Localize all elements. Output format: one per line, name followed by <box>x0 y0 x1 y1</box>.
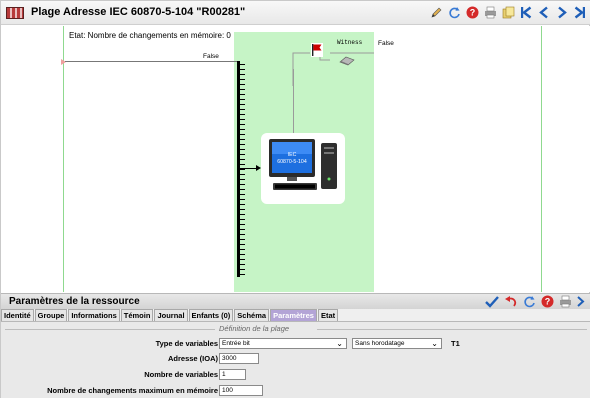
timestamp-select[interactable]: Sans horodatage ⌄ <box>352 338 442 349</box>
section-title: Définition de la plage <box>219 324 290 333</box>
chevron-down-icon: ⌄ <box>431 339 438 348</box>
help-icon[interactable]: ? <box>541 295 554 310</box>
params-toolbar: ? <box>485 295 585 310</box>
svg-text:?: ? <box>545 297 551 307</box>
print-icon[interactable] <box>483 5 497 19</box>
flag-icon[interactable] <box>311 43 323 59</box>
input-false-label: False <box>203 53 219 60</box>
tab-schema[interactable]: Schéma <box>234 309 270 321</box>
tab-groupe[interactable]: Groupe <box>34 309 68 321</box>
refresh-icon[interactable] <box>447 5 461 19</box>
tab-enfants[interactable]: Enfants (0) <box>188 309 234 321</box>
refresh-icon[interactable] <box>523 295 536 310</box>
undo-icon[interactable] <box>504 295 518 310</box>
type-select[interactable]: Entrée bit ⌄ <box>219 338 347 349</box>
count-row: Nombre de variables 1 <box>1 369 590 381</box>
copy-icon[interactable] <box>501 5 515 19</box>
tab-journal[interactable]: Journal <box>154 309 188 321</box>
address-range-icon <box>6 7 24 19</box>
title-bar: Plage Adresse IEC 60870-5-104 "R00281" ? <box>1 1 590 25</box>
type-row: Type de variables Entrée bit ⌄ Sans horo… <box>1 338 590 350</box>
computer-icon: IEC 60870-5-104 <box>269 139 337 190</box>
left-guide-line <box>63 26 64 292</box>
eraser-icon[interactable] <box>339 56 355 68</box>
witness-branch <box>292 52 374 86</box>
svg-text:?: ? <box>469 7 475 17</box>
type-select-value: Entrée bit <box>222 340 250 347</box>
t1-label: T1 <box>451 339 460 348</box>
last-icon[interactable] <box>573 5 587 19</box>
address-label: Adresse (IOA) <box>167 354 218 363</box>
input-arrow-icon <box>61 59 66 65</box>
max-input[interactable]: 100 <box>219 385 263 396</box>
next-icon[interactable] <box>555 5 569 19</box>
section-rule-right <box>317 329 587 330</box>
resource-window: Plage Adresse IEC 60870-5-104 "R00281" ? <box>0 0 590 398</box>
tab-temoin[interactable]: Témoin <box>120 309 154 321</box>
type-label: Type de variables <box>155 339 218 348</box>
timestamp-select-value: Sans horodatage <box>355 340 405 347</box>
tab-etat[interactable]: Etat <box>317 309 339 321</box>
section-rule-left <box>5 329 215 330</box>
max-row: Nombre de changements maximum en mémoire… <box>1 385 590 397</box>
check-icon[interactable] <box>485 295 499 310</box>
right-guide-line <box>541 26 542 292</box>
svg-text:60870-5-104: 60870-5-104 <box>277 159 307 165</box>
count-input[interactable]: 1 <box>219 369 246 380</box>
schema-diagram: Etat: Nombre de changements en mémoire: … <box>1 26 590 292</box>
address-row: Adresse (IOA) 3000 <box>1 353 590 365</box>
params-header: Paramètres de la ressource ? <box>1 293 590 309</box>
max-label: Nombre de changements maximum en mémoire <box>47 386 218 395</box>
branch-connector <box>293 69 294 134</box>
etat-text: Etat: Nombre de changements en mémoire: … <box>69 31 231 40</box>
first-icon[interactable] <box>519 5 533 19</box>
expand-icon[interactable] <box>577 295 585 310</box>
witness-false-label: False <box>378 40 394 47</box>
print-icon[interactable] <box>559 295 572 310</box>
input-signal-line <box>65 61 237 62</box>
chevron-down-icon: ⌄ <box>336 339 343 348</box>
svg-text:IEC: IEC <box>288 152 297 158</box>
section-header: Définition de la plage <box>1 324 590 334</box>
params-tabs: Identité Groupe Informations Témoin Jour… <box>1 309 590 322</box>
tab-informations[interactable]: Informations <box>68 309 120 321</box>
title-toolbar: ? <box>429 5 587 19</box>
window-title: Plage Adresse IEC 60870-5-104 "R00281" <box>31 6 246 18</box>
help-icon[interactable]: ? <box>465 5 479 19</box>
count-label: Nombre de variables <box>144 370 218 379</box>
params-form: Définition de la plage Type de variables… <box>1 322 590 398</box>
address-input[interactable]: 3000 <box>219 353 259 364</box>
prev-icon[interactable] <box>537 5 551 19</box>
bus-ticks <box>237 64 245 276</box>
params-title: Paramètres de la ressource <box>9 296 140 307</box>
tab-identite[interactable]: Identité <box>1 309 34 321</box>
computer-node[interactable]: IEC 60870-5-104 <box>261 133 345 204</box>
tab-parametres[interactable]: Paramètres <box>270 309 317 321</box>
pencil-icon[interactable] <box>429 5 443 19</box>
witness-label: Witness <box>337 39 363 46</box>
